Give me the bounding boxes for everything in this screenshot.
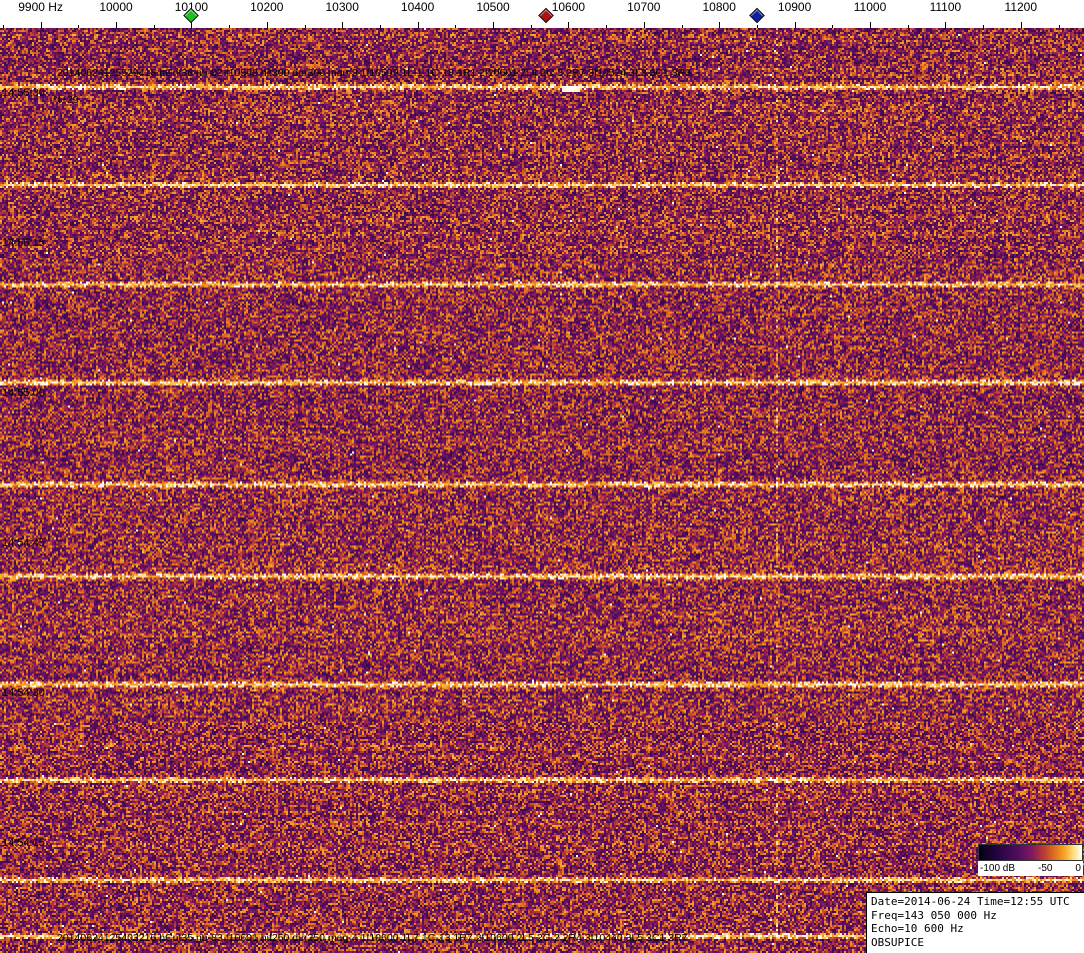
freq-tick-label: 10000 — [99, 0, 133, 14]
freq-tick-label: 9900 Hz — [18, 0, 63, 14]
frequency-ruler: 9900 Hz 10000 10100 10200 10300 10400 10500 106… — [0, 0, 1084, 28]
freq-tick — [493, 22, 494, 28]
spectrogram-area: -100 dB -50 0 Date=2014-06-24 Time=12:55… — [0, 28, 1084, 953]
freq-tick-label: 11000 — [853, 0, 887, 14]
freq-tick — [455, 25, 456, 28]
time-axis-label: 14:55:30 — [2, 87, 45, 99]
freq-tick — [1059, 25, 1060, 28]
freq-tick-label: 10200 — [250, 0, 284, 14]
time-axis-label: 14:54:30 — [2, 687, 45, 699]
freq-tick — [832, 25, 833, 28]
freq-tick — [870, 22, 871, 28]
blue-frequency-marker-diamond[interactable] — [749, 7, 765, 24]
freq-tick — [154, 25, 155, 28]
freq-tick — [719, 22, 720, 28]
freq-tick-label: 10300 — [325, 0, 359, 14]
freq-tick — [757, 25, 758, 28]
freq-tick — [908, 25, 909, 28]
freq-tick-label: 10600 — [551, 0, 586, 14]
freq-tick — [305, 25, 306, 28]
info-frequency: Freq=143 050 000 Hz — [871, 908, 997, 922]
detection-annotation-bottom: 20140624125403216 hCnt35 nb-83 f10601 hi… — [57, 932, 688, 944]
info-station-name: OBSUPICE — [871, 935, 924, 949]
colorbar-mid-label: -50 — [1038, 863, 1053, 874]
freq-tick-label: 11100 — [929, 0, 962, 14]
freq-tick — [531, 25, 532, 28]
colorbar-max-label: 0 — [1075, 863, 1081, 874]
freq-tick — [606, 25, 607, 28]
freq-tick — [116, 22, 117, 28]
freq-tick — [342, 22, 343, 28]
freq-tick — [945, 22, 946, 28]
colorbar-legend: -100 dB -50 0 — [978, 844, 1083, 876]
detection-annotation-top: 20140624125529418 hCnt36 nb-82 f10598 hi… — [57, 67, 691, 79]
freq-tick — [229, 25, 230, 28]
freq-tick-label: 10500 — [476, 0, 510, 14]
freq-tick-label: 10900 — [777, 0, 812, 14]
freq-tick — [795, 22, 796, 28]
info-echo-frequency: Echo=10 600 Hz — [871, 922, 964, 935]
freq-tick — [3, 25, 4, 28]
colorbar-min-label: -100 dB — [980, 863, 1016, 874]
info-date-time: Date=2014-06-24 Time=12:55 UTC — [871, 895, 1070, 908]
freq-tick — [983, 25, 984, 28]
freq-tick — [78, 25, 79, 28]
freq-tick — [644, 22, 645, 28]
freq-tick — [41, 22, 42, 28]
freq-tick — [267, 22, 268, 28]
waterfall-window: 9900 Hz 10000 10100 10200 10300 10400 10500 106… — [0, 0, 1084, 953]
colorbar-labels: -100 dB -50 0 — [978, 861, 1083, 876]
freq-tick-label: 10700 — [627, 0, 661, 14]
freq-tick — [1021, 22, 1022, 28]
time-axis-label: 14:54:45 — [2, 537, 45, 549]
time-axis-label: 14:55:00 — [2, 387, 45, 399]
freq-tick — [682, 25, 683, 28]
freq-tick — [380, 25, 381, 28]
station-info-box: Date=2014-06-24 Time=12:55 UTC Freq=143 … — [866, 892, 1084, 953]
time-axis-label: 14:55:15 — [2, 237, 45, 249]
time-offset-annotation: ^t+29 — [53, 94, 79, 106]
freq-tick-label: 10800 — [702, 0, 736, 14]
time-axis-label: 14:54:15 — [2, 837, 45, 849]
colorbar-gradient — [978, 844, 1083, 861]
freq-tick-label: 11200 — [1004, 0, 1038, 14]
freq-tick — [418, 22, 419, 28]
freq-tick — [568, 22, 569, 28]
freq-tick-label: 10400 — [400, 0, 435, 14]
spectrogram-canvas[interactable] — [0, 28, 1084, 953]
